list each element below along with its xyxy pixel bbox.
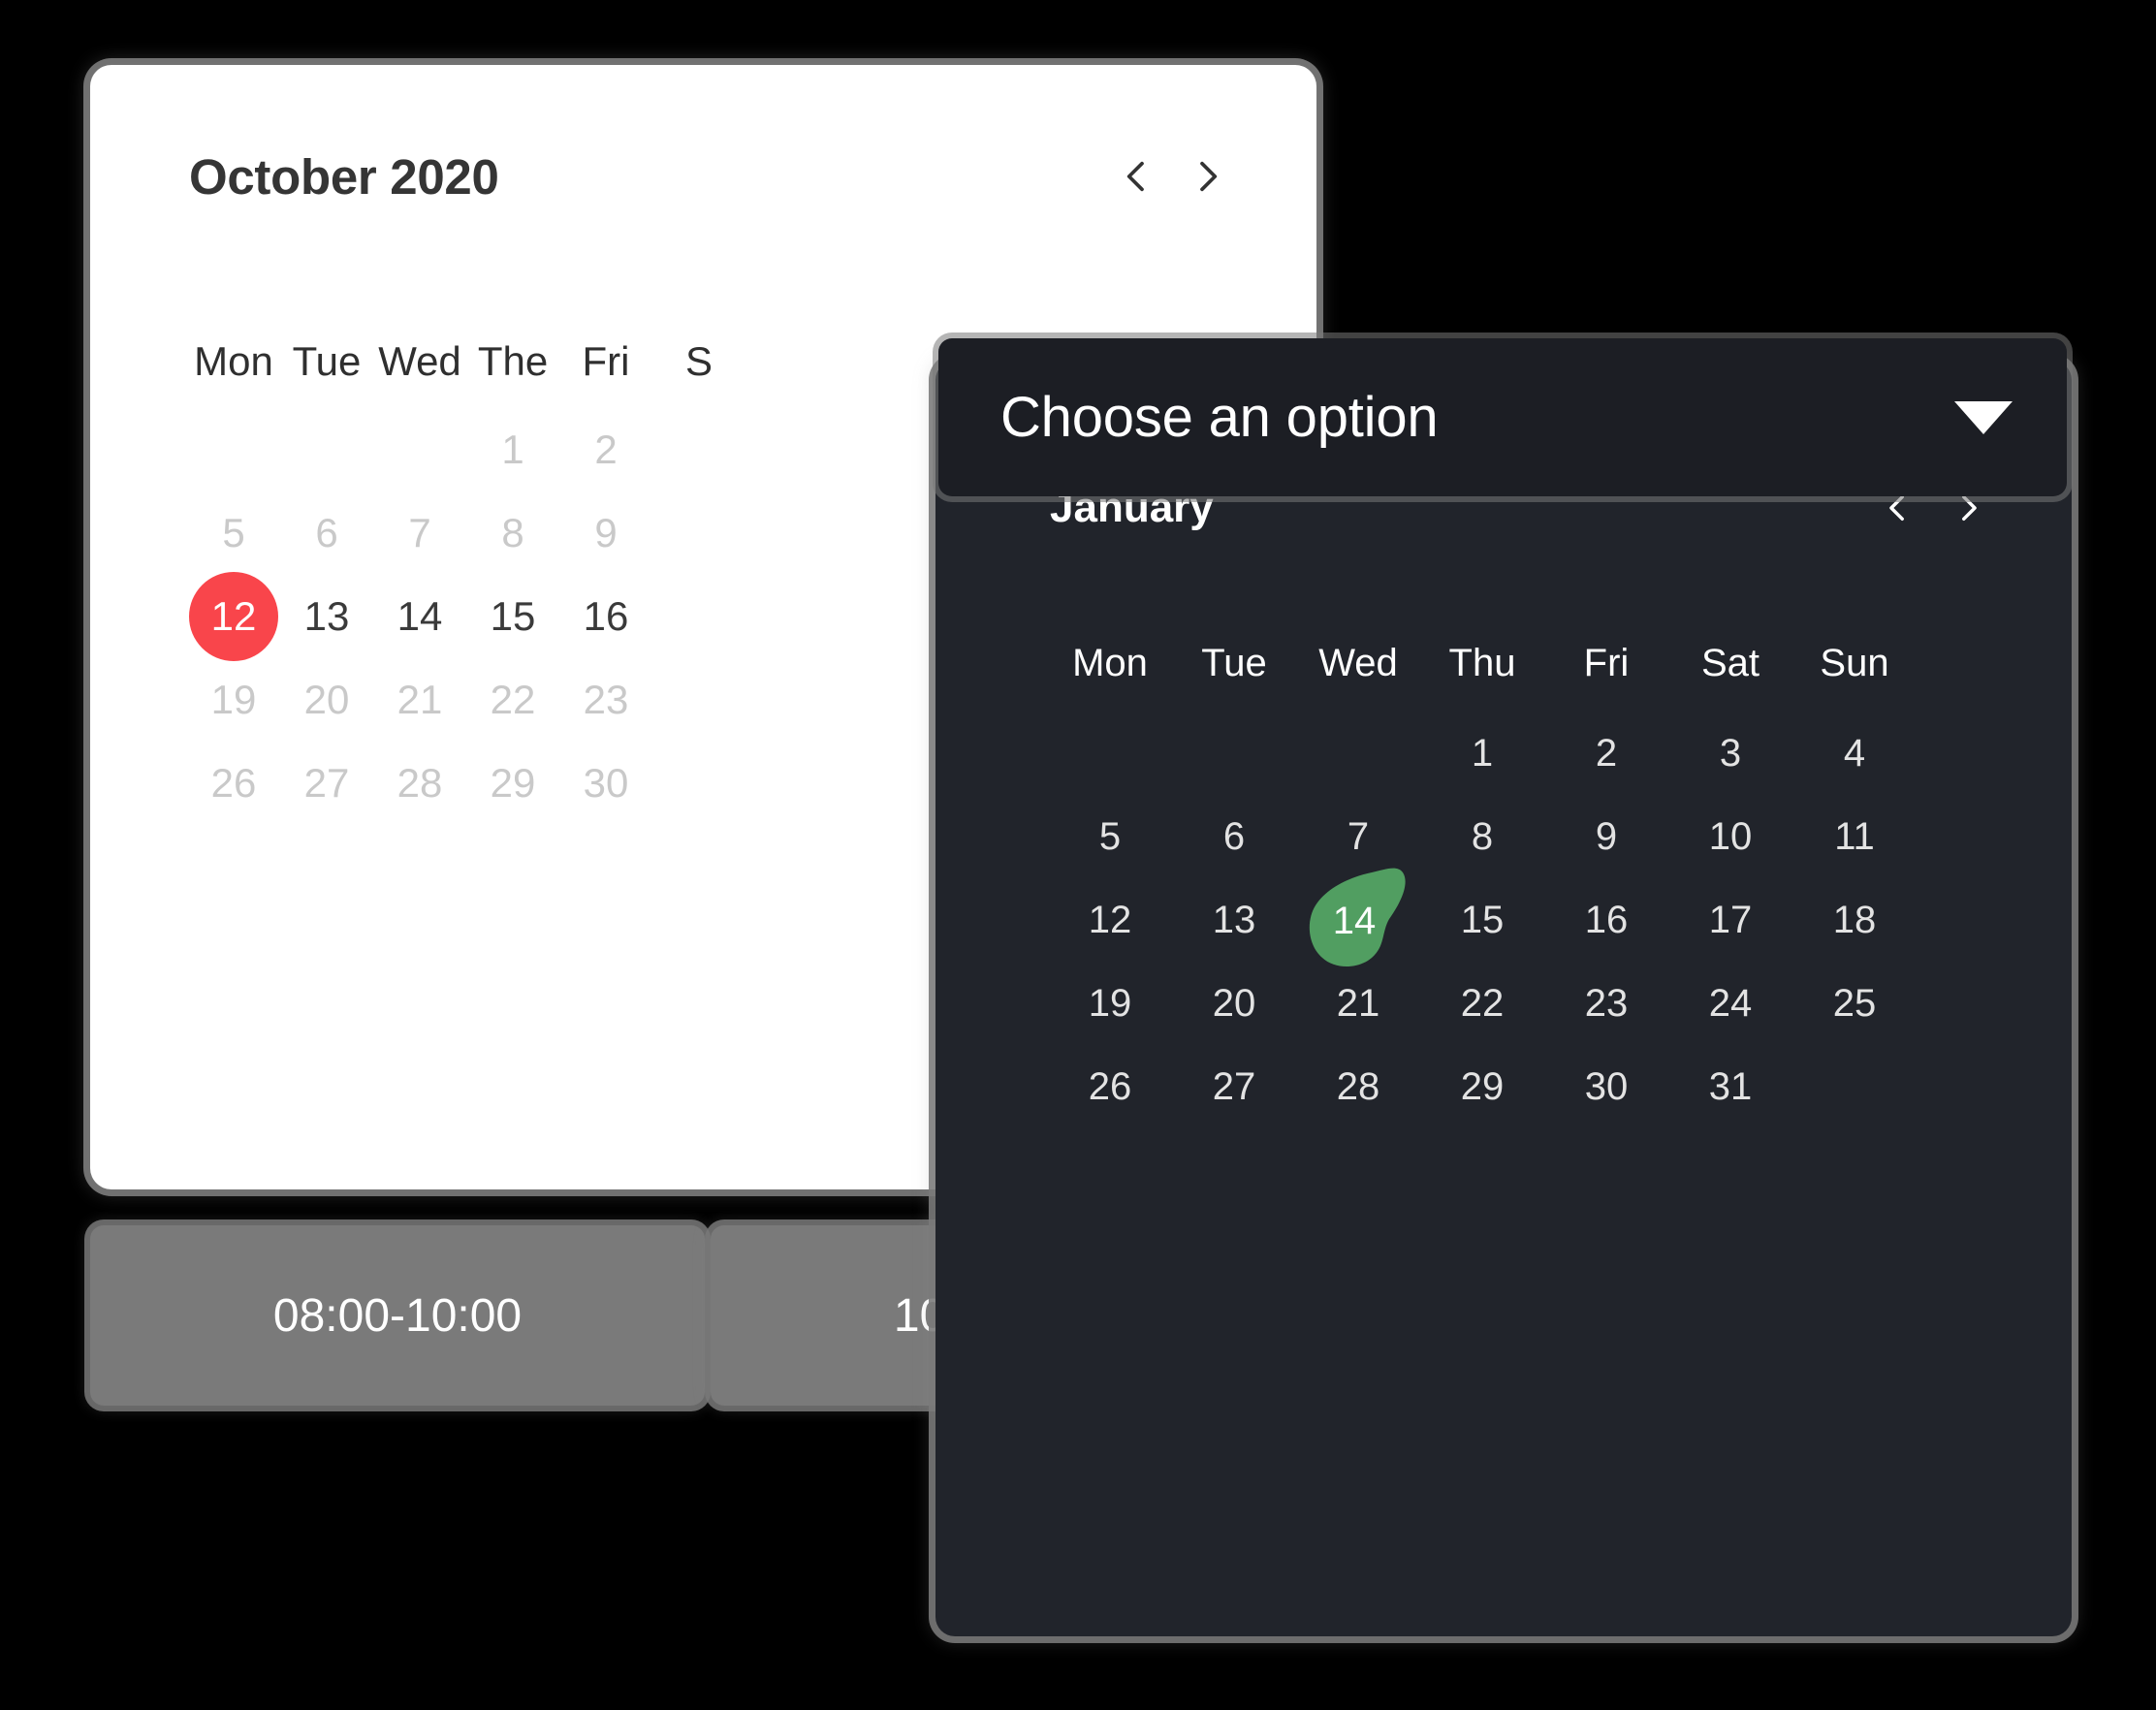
day-cell[interactable]: 4 — [1794, 734, 1915, 773]
dark-week-row: 12 13 14 15 16 17 18 — [1050, 868, 2019, 966]
day-cell[interactable]: 14 — [375, 596, 464, 637]
day-cell[interactable]: 10 — [1670, 817, 1791, 856]
weekday-label: Wed — [1318, 642, 1398, 684]
day-cell[interactable]: 13 — [1174, 901, 1294, 939]
weekday-label: The — [477, 338, 549, 384]
day-cell[interactable]: 27 — [1174, 1067, 1294, 1106]
day-cell[interactable]: 9 — [561, 513, 650, 554]
screen-canvas: October 2020 Mon Tue Wed The Fri S 1 2 5… — [0, 0, 2156, 1710]
day-cell[interactable]: 18 — [1794, 901, 1915, 939]
day-cell[interactable]: 12 — [1050, 901, 1170, 939]
day-cell[interactable]: 23 — [561, 680, 650, 720]
day-cell[interactable]: 11 — [1794, 817, 1915, 856]
day-cell[interactable]: 16 — [561, 596, 650, 637]
day-cell[interactable]: 5 — [189, 513, 278, 554]
weekday-label: Mon — [1072, 642, 1148, 684]
day-cell[interactable]: 13 — [282, 596, 371, 637]
day-cell[interactable]: 27 — [282, 763, 371, 804]
day-cell[interactable]: 24 — [1670, 984, 1791, 1023]
light-calendar-title: October 2020 — [189, 148, 499, 205]
day-cell[interactable]: 20 — [1174, 984, 1294, 1023]
day-cell[interactable]: 2 — [561, 429, 650, 470]
light-calendar-nav — [1111, 150, 1233, 203]
day-cell[interactable]: 8 — [1422, 817, 1542, 856]
weekday-label: Tue — [292, 338, 362, 384]
weekday-label: Thu — [1448, 642, 1516, 684]
day-cell[interactable]: 25 — [1794, 984, 1915, 1023]
dark-calendar-panel: January Mon Tue Wed Thu Fri Sat Sun 1 2 … — [935, 361, 2072, 1636]
weekday-label: Tue — [1201, 642, 1267, 684]
day-cell[interactable]: 17 — [1670, 901, 1791, 939]
weekday-label: Mon — [194, 338, 273, 384]
selected-day-label: 14 — [1332, 899, 1377, 942]
light-calendar-header: October 2020 — [90, 65, 1316, 288]
dark-week-row: 5 6 7 8 9 10 11 — [1050, 795, 2019, 878]
selected-day-cell[interactable]: 14 — [1298, 868, 1418, 966]
day-cell[interactable]: 15 — [1422, 901, 1542, 939]
dark-weekday-header-row: Mon Tue Wed Thu Fri Sat Sun — [1050, 615, 2019, 712]
dark-week-row: 1 2 3 4 — [1050, 712, 2019, 795]
day-cell[interactable]: 20 — [282, 680, 371, 720]
day-cell[interactable]: 8 — [468, 513, 557, 554]
day-cell[interactable]: 22 — [1422, 984, 1542, 1023]
time-slot-button-1[interactable]: 08:00-10:00 — [90, 1225, 705, 1406]
day-cell[interactable]: 3 — [1670, 734, 1791, 773]
day-cell[interactable]: 1 — [1422, 734, 1542, 773]
day-cell[interactable]: 21 — [1298, 984, 1418, 1023]
day-cell[interactable]: 7 — [375, 513, 464, 554]
day-cell[interactable]: 5 — [1050, 817, 1170, 856]
day-cell[interactable]: 31 — [1670, 1067, 1791, 1106]
dark-week-row: 19 20 21 22 23 24 25 — [1050, 962, 2019, 1045]
day-cell[interactable]: 26 — [1050, 1067, 1170, 1106]
day-cell[interactable]: 1 — [468, 429, 557, 470]
day-cell[interactable]: 7 — [1298, 817, 1418, 856]
choose-option-dropdown[interactable]: Choose an option — [938, 338, 2067, 496]
weekday-label: S — [684, 338, 713, 384]
day-cell[interactable]: 28 — [1298, 1067, 1418, 1106]
dark-week-row: 26 27 28 29 30 31 — [1050, 1045, 2019, 1128]
day-cell[interactable]: 29 — [468, 763, 557, 804]
selected-day-label: 12 — [210, 593, 257, 639]
day-cell[interactable]: 22 — [468, 680, 557, 720]
day-cell[interactable]: 19 — [1050, 984, 1170, 1023]
day-cell[interactable]: 2 — [1546, 734, 1666, 773]
next-month-icon[interactable] — [1181, 150, 1233, 203]
day-cell[interactable]: 6 — [1174, 817, 1294, 856]
selected-day-cell[interactable]: 12 — [189, 572, 278, 661]
chevron-down-icon[interactable] — [1954, 400, 2013, 434]
day-cell[interactable]: 9 — [1546, 817, 1666, 856]
day-cell[interactable]: 29 — [1422, 1067, 1542, 1106]
day-cell[interactable]: 26 — [189, 763, 278, 804]
day-cell[interactable]: 28 — [375, 763, 464, 804]
day-cell[interactable]: 15 — [468, 596, 557, 637]
dropdown-selected-label: Choose an option — [1000, 386, 1439, 449]
weekday-label: Sat — [1700, 642, 1760, 684]
day-cell[interactable]: 6 — [282, 513, 371, 554]
day-cell[interactable]: 16 — [1546, 901, 1666, 939]
day-cell[interactable]: 23 — [1546, 984, 1666, 1023]
previous-month-icon[interactable] — [1111, 150, 1163, 203]
day-cell[interactable]: 30 — [1546, 1067, 1666, 1106]
day-cell[interactable]: 19 — [189, 680, 278, 720]
day-cell[interactable]: 30 — [561, 763, 650, 804]
weekday-label: Fri — [1583, 642, 1630, 684]
weekday-label: Fri — [582, 338, 630, 384]
weekday-label: Wed — [378, 338, 461, 384]
day-cell[interactable]: 21 — [375, 680, 464, 720]
weekday-label: Sun — [1820, 642, 1889, 684]
dark-calendar-grid: Mon Tue Wed Thu Fri Sat Sun 1 2 3 4 5 6 — [1050, 615, 2019, 1128]
